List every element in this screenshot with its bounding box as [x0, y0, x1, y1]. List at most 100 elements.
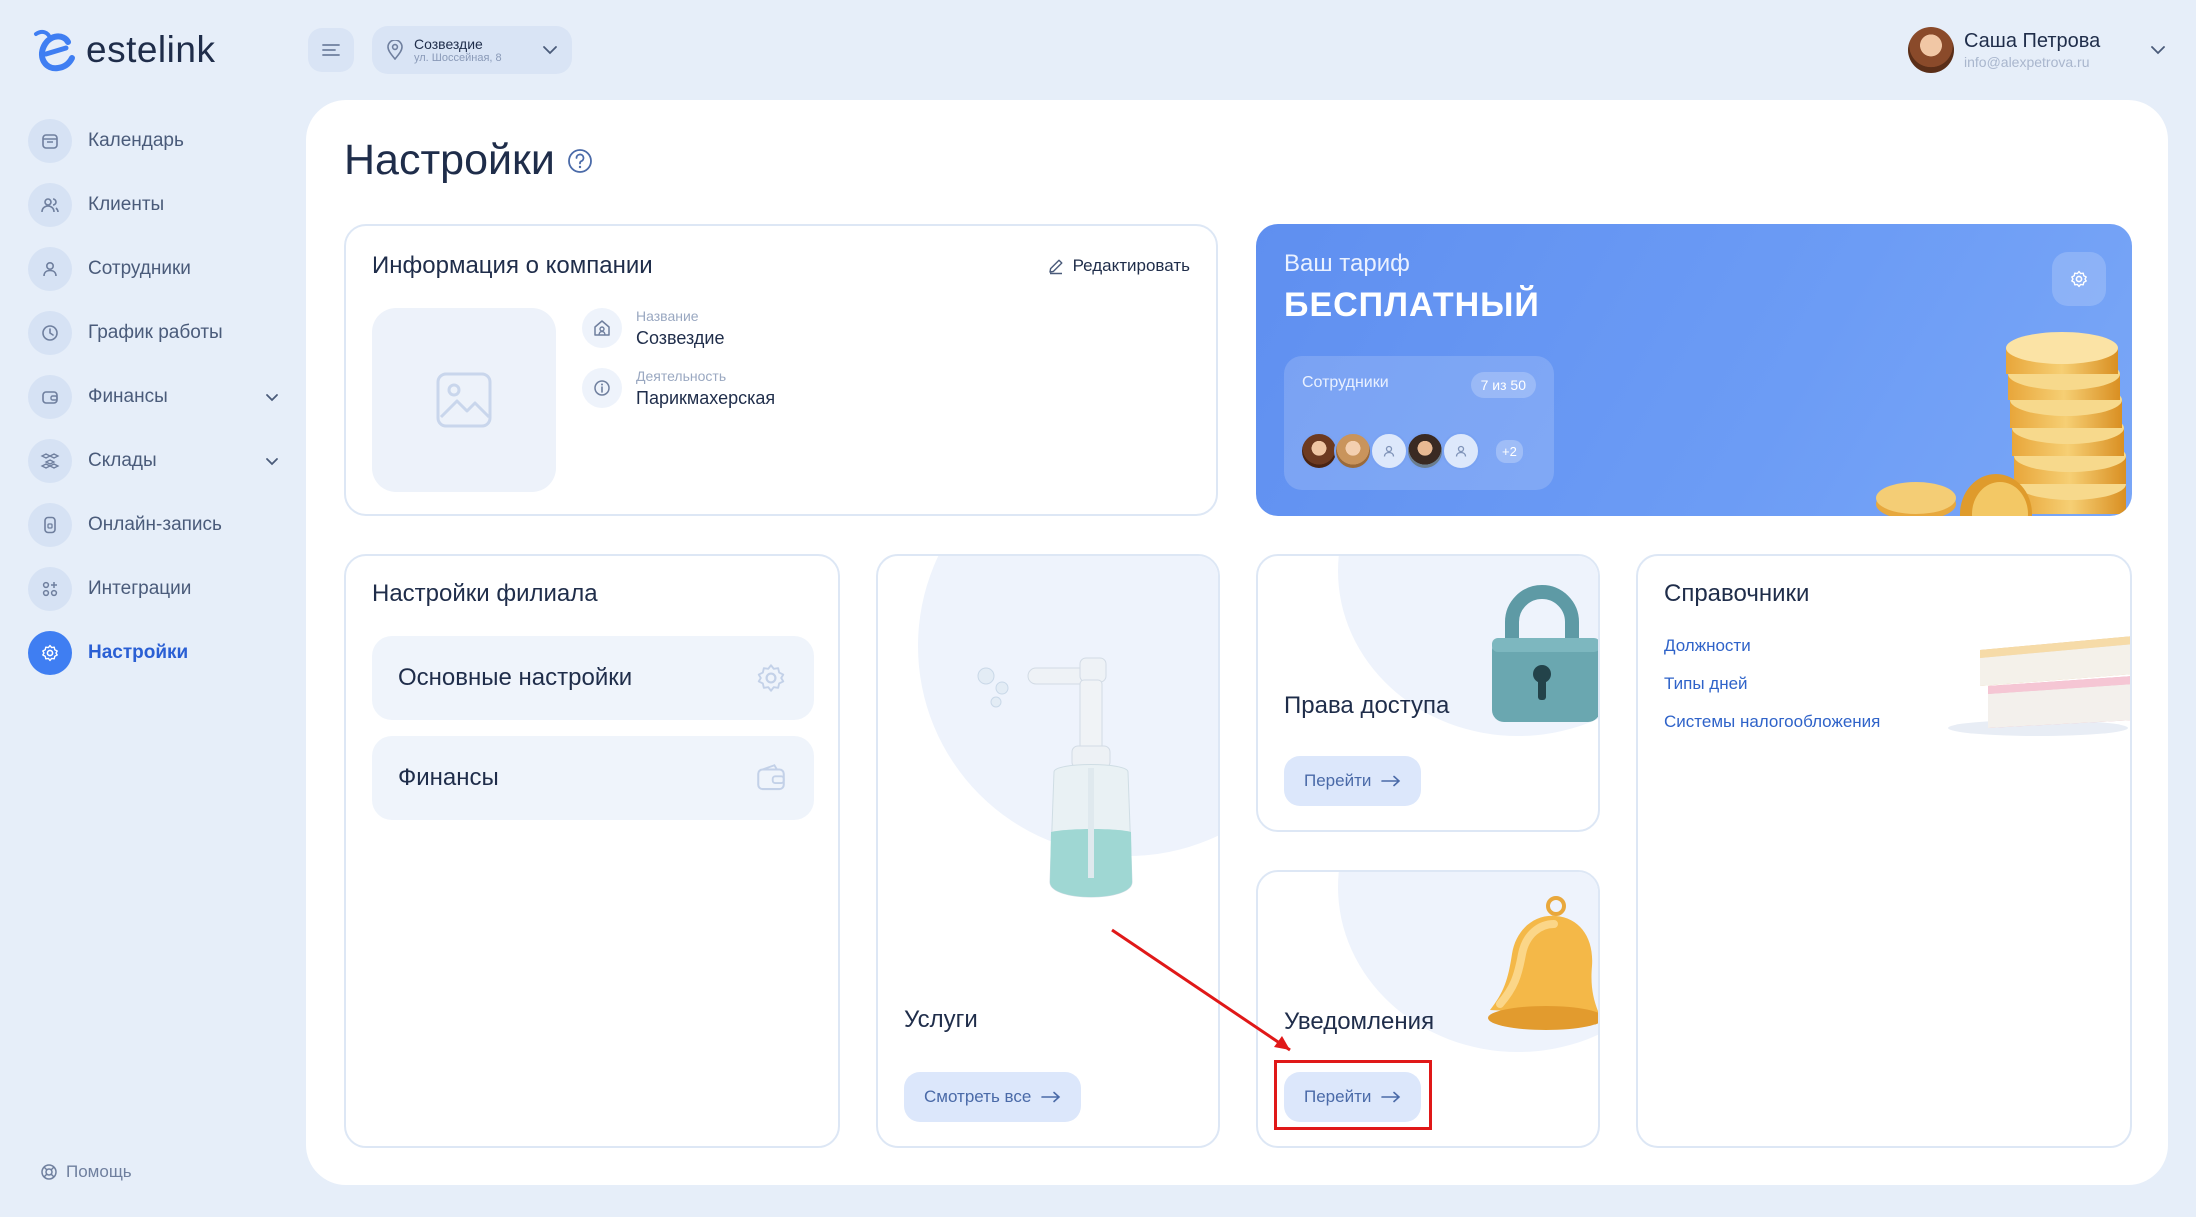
references-card: Справочники Должности Типы дней Системы …: [1636, 554, 2132, 1148]
access-rights-go-button[interactable]: Перейти: [1284, 756, 1422, 806]
employees-count-badge: 7 из 50: [1470, 372, 1536, 398]
wallet-icon: [42, 391, 58, 404]
sidebar-item-label: Настройки: [88, 642, 189, 663]
user-menu-chevron-icon[interactable]: [2146, 38, 2170, 62]
sidebar-item-label: Склады: [88, 450, 157, 471]
warehouse-icon: [40, 453, 60, 469]
tariff-subtitle: Ваш тариф: [1284, 250, 1410, 277]
finance-settings-label: Финансы: [398, 764, 499, 791]
employees-summary[interactable]: Сотрудники 7 из 50 +2: [1284, 356, 1554, 490]
employee-avatar: [1300, 432, 1338, 470]
sidebar-item-calendar[interactable]: Календарь: [28, 118, 284, 164]
employee-avatar-placeholder: [1442, 432, 1480, 470]
reference-link-positions[interactable]: Должности: [1664, 636, 1880, 656]
chevron-down-icon[interactable]: [260, 449, 284, 473]
logo[interactable]: estelink: [28, 22, 215, 78]
coins-illustration-icon: [1876, 332, 2126, 516]
logo-text: estelink: [86, 29, 216, 70]
user-icon: [43, 261, 57, 277]
gear-icon: [757, 664, 785, 692]
sidebar-item-clients[interactable]: Клиенты: [28, 182, 284, 228]
finance-settings-button[interactable]: Финансы: [372, 736, 814, 820]
logo-icon: [34, 29, 75, 72]
references-title: Справочники: [1664, 580, 1810, 607]
branch-settings-card: Настройки филиала Основные настройки Фин…: [344, 554, 840, 1148]
padlock-illustration-icon: [1492, 585, 1598, 722]
help-question-icon[interactable]: [567, 148, 593, 174]
sidebar-item-online-booking[interactable]: Онлайн-запись: [28, 502, 284, 548]
company-name-row: Название Созвездие: [582, 308, 724, 349]
main-settings-button[interactable]: Основные настройки: [372, 636, 814, 720]
help-link[interactable]: Помощь: [40, 1162, 132, 1182]
sidebar-item-label: Клиенты: [88, 194, 165, 215]
notifications-title: Уведомления: [1284, 1008, 1435, 1035]
user-icon: [1455, 445, 1467, 457]
pencil-icon: [1048, 259, 1063, 275]
menu-toggle-button[interactable]: [308, 28, 354, 72]
branch-name: Созвездие: [414, 35, 483, 52]
access-button-label: Перейти: [1304, 771, 1372, 790]
books-illustration-icon: [1948, 636, 2130, 736]
employees-avatars: +2: [1300, 432, 1523, 470]
avatar: [1908, 27, 1954, 73]
reference-link-tax-systems[interactable]: Системы налогообложения: [1664, 712, 1880, 732]
bell-illustration-icon: [1488, 896, 1598, 1030]
branch-address: ул. Шоссейная, 8: [414, 51, 502, 64]
annotation-highlight-box: [1274, 1060, 1432, 1130]
chevron-down-icon[interactable]: [260, 385, 284, 409]
sidebar-item-label: График работы: [88, 322, 223, 343]
tariff-name: БЕСПЛАТНЫЙ: [1284, 286, 1540, 324]
sidebar-item-integrations[interactable]: Интеграции: [28, 566, 284, 612]
branch-selector[interactable]: Созвездие ул. Шоссейная, 8: [372, 26, 572, 74]
employee-avatar: [1406, 432, 1444, 470]
company-name-label: Название: [636, 308, 699, 324]
sidebar-item-schedule[interactable]: График работы: [28, 310, 284, 356]
user-email: info@alexpetrova.ru: [1964, 53, 2090, 70]
employee-avatar: [1334, 432, 1372, 470]
tariff-settings-button[interactable]: [2052, 252, 2106, 306]
edit-label: Редактировать: [1072, 256, 1190, 275]
employee-avatar-placeholder: [1370, 432, 1408, 470]
access-rights-title: Права доступа: [1284, 692, 1450, 719]
phone-icon: [44, 516, 56, 534]
branch-settings-title: Настройки филиала: [372, 580, 598, 607]
services-button-label: Смотреть все: [924, 1087, 1032, 1106]
sidebar-item-label: Календарь: [88, 130, 184, 151]
edit-company-button[interactable]: Редактировать: [1047, 256, 1190, 276]
settings-icon: [42, 644, 58, 662]
page-title: Настройки: [344, 136, 593, 185]
company-activity-value: Парикмахерская: [636, 388, 776, 408]
services-view-all-button[interactable]: Смотреть все: [904, 1072, 1082, 1122]
company-name-value: Созвездие: [636, 328, 725, 348]
integrations-icon: [42, 581, 58, 597]
page-title-text: Настройки: [344, 136, 555, 184]
access-rights-card: Права доступа Перейти: [1256, 554, 1600, 832]
reference-link-day-types[interactable]: Типы дней: [1664, 674, 1880, 694]
building-icon: [594, 320, 610, 336]
location-pin-icon: [387, 40, 403, 60]
references-links: Должности Типы дней Системы налогообложе…: [1664, 636, 1880, 750]
sidebar-item-settings[interactable]: Настройки: [28, 630, 284, 676]
user-name: Саша Петрова: [1964, 29, 2101, 52]
company-card-title: Информация о компании: [372, 252, 653, 279]
company-logo-placeholder[interactable]: [372, 308, 556, 492]
gear-icon: [2071, 270, 2087, 288]
image-placeholder-icon: [436, 372, 492, 428]
wallet-icon: [757, 764, 785, 791]
sidebar-item-warehouses[interactable]: Склады: [28, 438, 284, 484]
services-title: Услуги: [904, 1006, 978, 1033]
user-profile[interactable]: Саша Петрова info@alexpetrova.ru: [1908, 26, 2100, 74]
help-lifebuoy-icon: [41, 1164, 57, 1180]
main-settings-label: Основные настройки: [398, 664, 633, 691]
arrow-right-icon: [1381, 775, 1401, 787]
chevron-down-icon: [543, 46, 557, 55]
sidebar-item-employees[interactable]: Сотрудники: [28, 246, 284, 292]
user-icon: [1383, 445, 1395, 457]
sidebar-item-label: Онлайн-запись: [88, 514, 222, 535]
sidebar: Календарь Клиенты Сотрудники График рабо…: [28, 118, 284, 694]
sidebar-item-finance[interactable]: Финансы: [28, 374, 284, 420]
info-icon: [594, 380, 610, 396]
menu-icon: [322, 44, 340, 56]
arrow-right-icon: [1041, 1091, 1061, 1103]
company-info-card: Информация о компании Редактировать Назв…: [344, 224, 1218, 516]
